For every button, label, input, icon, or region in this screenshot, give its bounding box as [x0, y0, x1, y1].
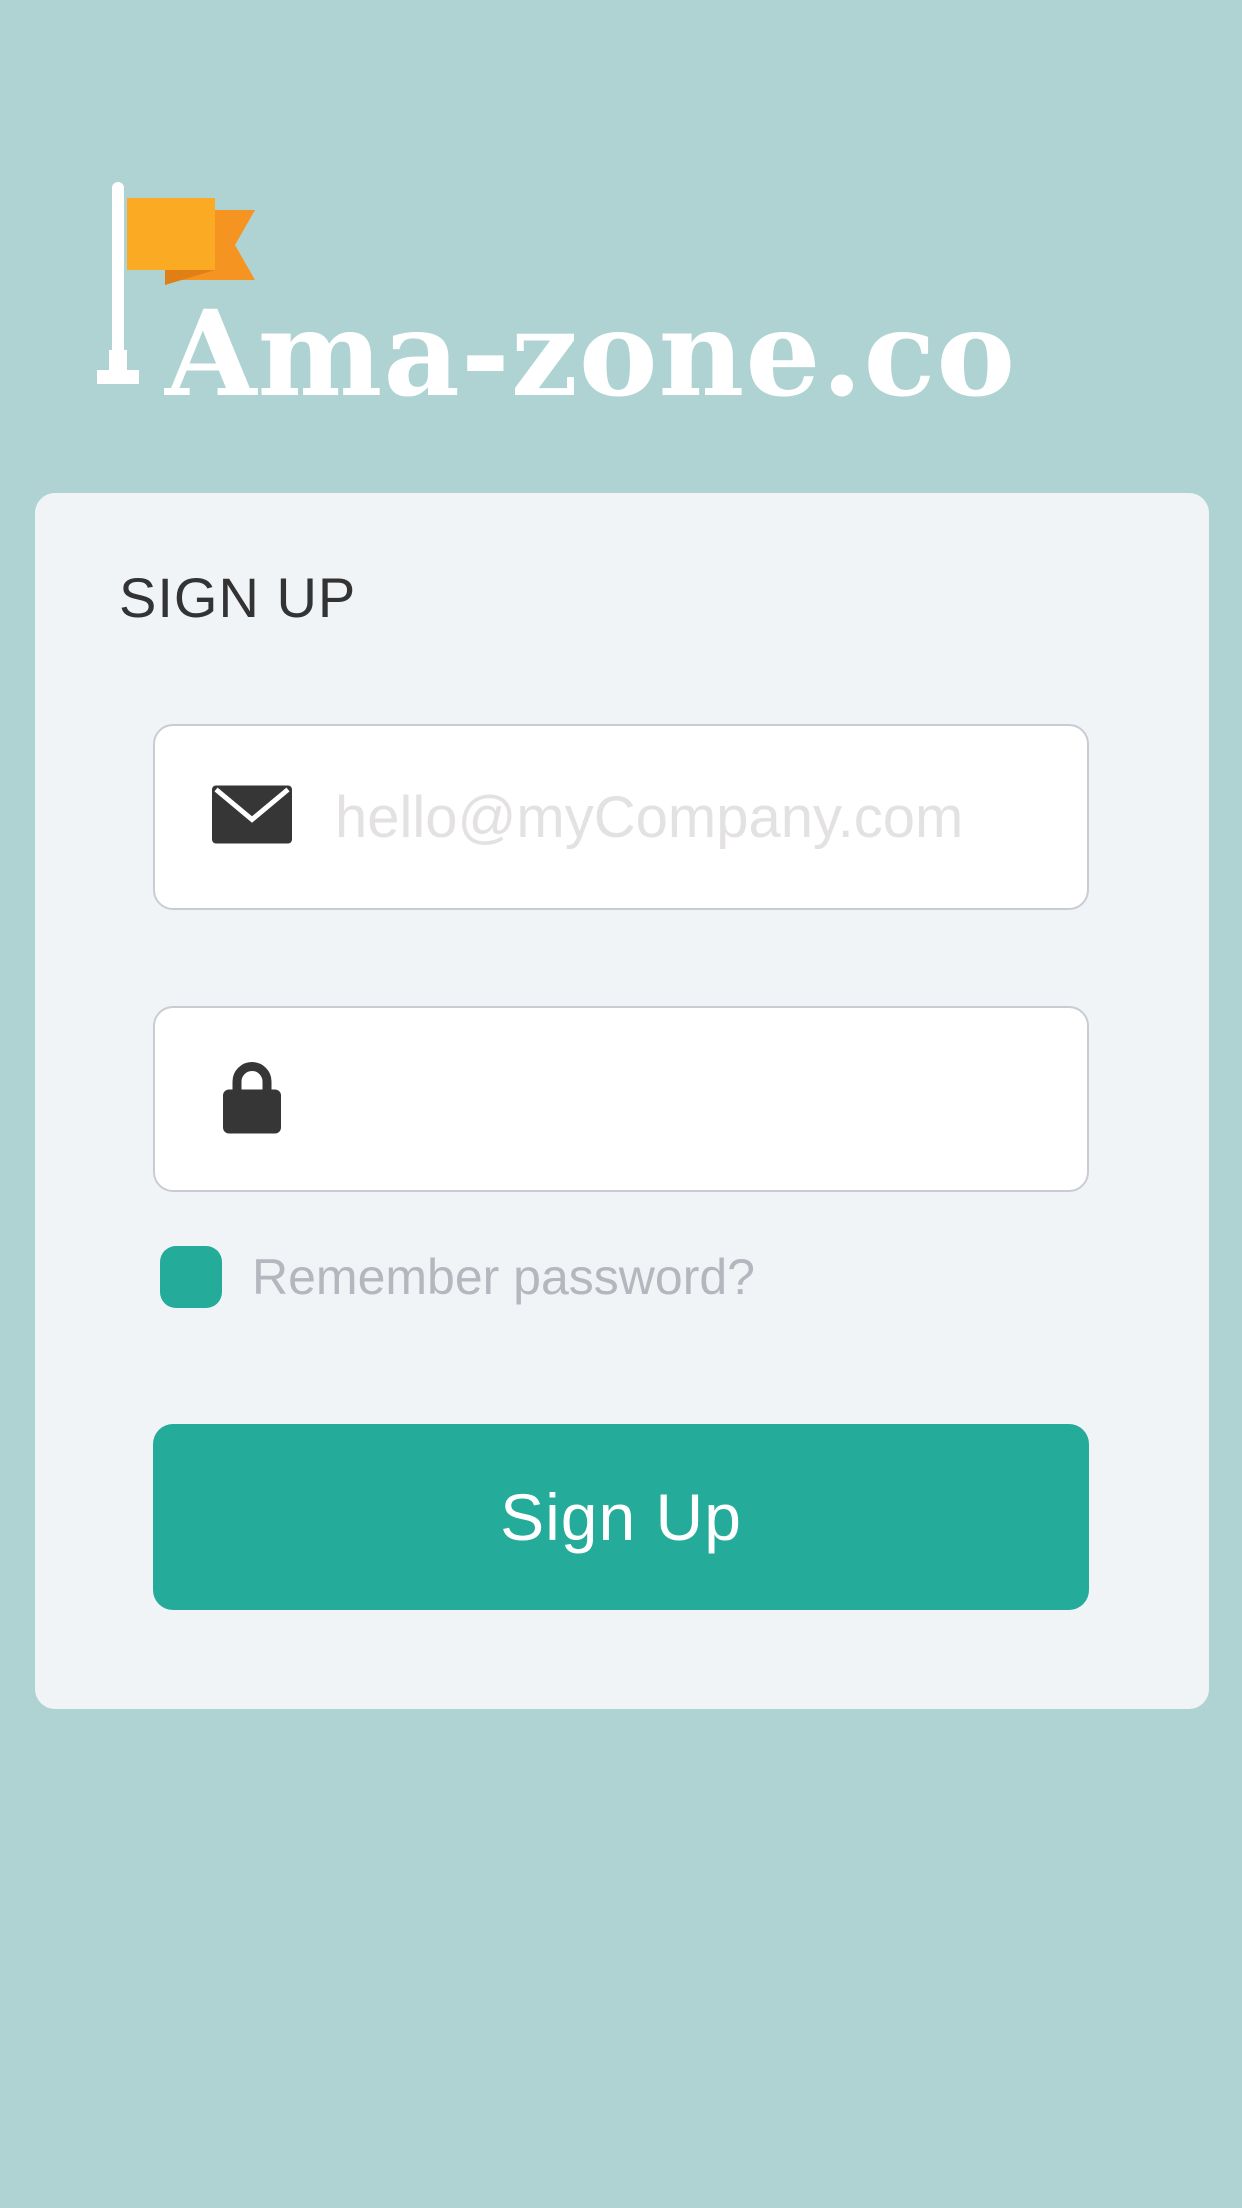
email-field[interactable]	[153, 724, 1089, 910]
email-input[interactable]	[335, 726, 1055, 908]
envelope-icon	[212, 785, 292, 849]
brand-name: Ama-zone.co	[165, 284, 1017, 423]
signup-button[interactable]: Sign Up	[153, 1424, 1089, 1610]
password-field[interactable]	[153, 1006, 1089, 1192]
remember-checkbox[interactable]	[160, 1246, 222, 1308]
remember-password[interactable]: Remember password?	[160, 1245, 755, 1309]
form-title: SIGN UP	[119, 566, 357, 629]
signup-card: SIGN UP Remember password? Sign Up	[35, 493, 1209, 1709]
lock-icon	[223, 1060, 281, 1139]
brand-logo: Ama-zone.co	[95, 180, 1105, 413]
password-input[interactable]	[335, 1008, 1055, 1190]
remember-label: Remember password?	[252, 1249, 755, 1305]
